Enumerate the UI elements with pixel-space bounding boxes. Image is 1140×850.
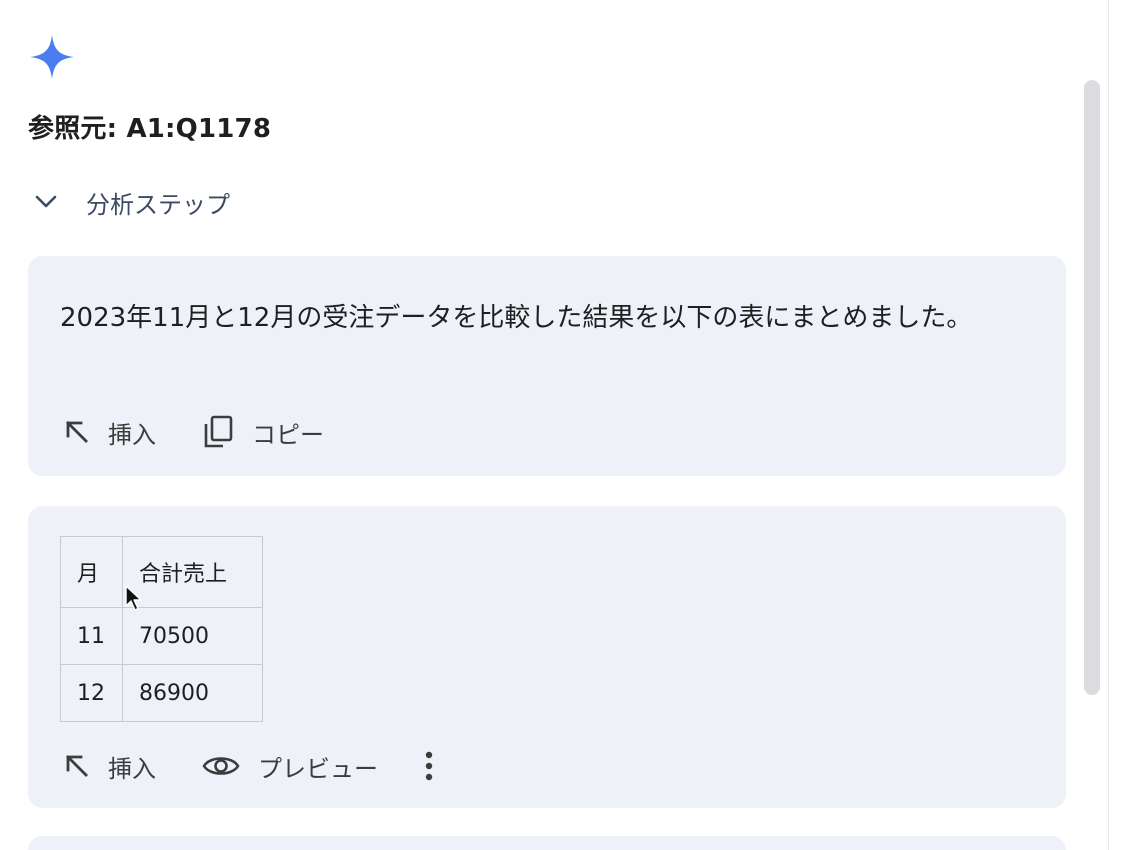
copy-icon [202,415,234,449]
table-header-row: 月 合計売上 [60,536,263,608]
preview-button[interactable]: プレビュー [202,749,378,784]
scrollbar-thumb[interactable] [1084,80,1100,695]
more-vert-icon [424,750,434,782]
insert-arrow-icon [64,419,90,445]
table-cell: 11 [60,607,123,665]
next-card [28,836,1066,850]
gemini-spark-icon [30,35,74,79]
table-row: 11 70500 [60,607,263,665]
mouse-cursor-icon [125,585,142,611]
table-row: 12 86900 [60,664,263,722]
chevron-down-icon [34,190,58,214]
table-card: 月 合計売上 11 70500 12 86900 挿入 プレビュー [28,506,1066,808]
table-cell: 86900 [122,664,263,722]
column-header-month: 月 [60,536,123,608]
insert-button[interactable]: 挿入 [64,415,156,450]
chat-panel: 参照元: A1:Q1178 分析ステップ 2023年11月と12月の受注データを… [0,0,1108,850]
table-actions: 挿入 プレビュー [64,746,480,786]
copy-button[interactable]: コピー [202,415,324,450]
result-table: 月 合計売上 11 70500 12 86900 [60,536,263,722]
summary-text: 2023年11月と12月の受注データを比較した結果を以下の表にまとめました。 [60,303,973,333]
more-options-button[interactable] [424,750,434,782]
insert-table-button[interactable]: 挿入 [64,749,156,784]
insert-table-button-label: 挿入 [108,754,156,783]
table-cell: 12 [60,664,123,722]
summary-card: 2023年11月と12月の受注データを比較した結果を以下の表にまとめました。 挿… [28,256,1066,476]
summary-actions: 挿入 コピー [64,412,370,452]
analysis-steps-label: 分析ステップ [86,190,230,219]
insert-button-label: 挿入 [108,420,156,449]
analysis-steps-toggle[interactable]: 分析ステップ [34,184,230,220]
copy-button-label: コピー [252,420,324,449]
insert-arrow-icon [64,753,90,779]
preview-button-label: プレビュー [258,754,378,783]
panel-edge [1108,0,1140,850]
source-range-label: 参照元: A1:Q1178 [28,114,272,144]
table-cell: 70500 [122,607,263,665]
eye-icon [202,753,240,779]
